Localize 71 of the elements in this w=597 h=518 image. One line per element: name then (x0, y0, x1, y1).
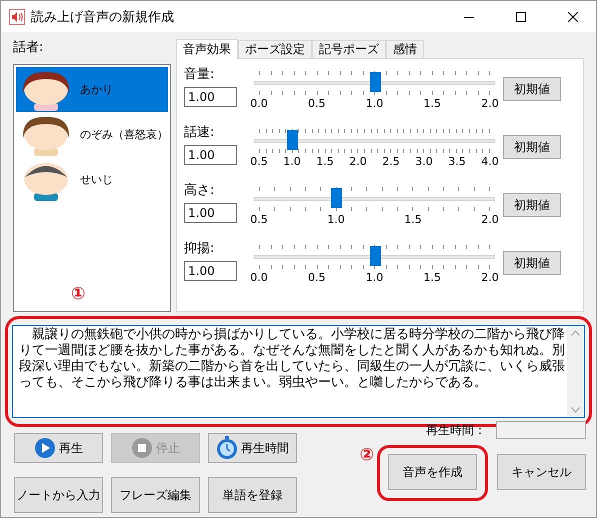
scale-label: 1.0 (364, 97, 384, 110)
scale-label: 0.0 (249, 271, 269, 284)
reset-button[interactable]: 初期値 (503, 193, 561, 217)
scale-label: 1.0 (282, 155, 302, 168)
slider-label: 抑揚: (184, 240, 216, 257)
slider-label: 高さ: (184, 182, 216, 199)
value-field[interactable]: 1.00 (184, 203, 237, 223)
reset-button[interactable]: 初期値 (503, 251, 561, 275)
scale-label: 1.5 (422, 97, 442, 110)
scale-label: 1.5 (403, 213, 423, 226)
tab[interactable]: ポーズ設定 (238, 40, 312, 58)
reset-button[interactable]: 初期値 (503, 135, 561, 159)
stopwatch-icon (216, 436, 238, 460)
speaker-label: 話者: (13, 39, 44, 56)
slider[interactable] (254, 187, 495, 211)
slider-thumb[interactable] (287, 130, 298, 150)
scrollbar[interactable] (567, 326, 584, 417)
annotation-number: ① (71, 284, 86, 304)
scroll-down-icon (571, 407, 580, 413)
value-field[interactable]: 1.00 (184, 87, 237, 107)
scale-label: 0.5 (249, 155, 269, 168)
scale-label: 0.5 (249, 213, 269, 226)
slider-thumb[interactable] (370, 72, 380, 92)
scale-label: 3.5 (447, 155, 467, 168)
scale-label: 2.0 (348, 155, 368, 168)
slider[interactable] (254, 71, 495, 95)
tab[interactable]: 音声効果 (176, 39, 238, 59)
tool-button[interactable]: フレーズ編集 (111, 477, 200, 513)
scale-label: 0.5 (307, 271, 326, 284)
scale-label: 1.5 (422, 271, 442, 284)
cancel-button[interactable]: キャンセル (497, 454, 586, 490)
text-input-field[interactable]: 親譲りの無鉄砲で小供の時から損ばかりしている。小学校に居る時分学校の二階から飛び降りて一週間ほど腰を抜かした事がある。なぜそんな無闇をしたと聞く人があるかも知れぬ。別段深い理由でもない。新築の二階から首を出していたら、同級生の一人が冗談に、いくら威張っても、そこから飛び降りる事は出来まい。弱虫やーい。と囃したからである。 (12, 325, 585, 418)
value-field[interactable]: 1.00 (184, 145, 237, 165)
scale-label: 0.0 (249, 97, 269, 110)
tab[interactable]: 記号ポーズ (312, 40, 386, 58)
create-audio-button[interactable]: 音声を作成 (388, 454, 477, 490)
slider-label: 音量: (184, 66, 216, 83)
playback-time-label: 再生時間： (426, 422, 486, 438)
scale-label: 2.0 (480, 271, 500, 284)
annotation-number: ② (360, 445, 374, 465)
scale-label: 2.0 (480, 213, 500, 226)
stop-icon (131, 437, 153, 459)
scale-label: 0.5 (307, 97, 326, 110)
speaker-item[interactable]: せいじ (16, 157, 168, 202)
speaker-item[interactable]: のぞみ（喜怒哀） (16, 112, 168, 157)
scale-label: 4.0 (480, 155, 500, 168)
scale-label: 2.5 (381, 155, 401, 168)
playback-button[interactable]: 再生 (14, 433, 103, 463)
speaker-item[interactable]: あかり (16, 67, 168, 112)
slider-thumb[interactable] (370, 246, 380, 266)
maximize-icon (516, 12, 526, 22)
value-field[interactable]: 1.00 (184, 261, 237, 281)
slider[interactable] (254, 129, 495, 153)
play-icon (34, 437, 56, 459)
scale-label: 1.0 (364, 271, 384, 284)
scale-label: 2.0 (480, 97, 500, 110)
tool-button[interactable]: 単語を登録 (208, 477, 297, 513)
scale-label: 1.5 (315, 155, 335, 168)
tool-button[interactable]: ノートから入力 (14, 477, 103, 513)
scroll-up-icon (571, 330, 580, 336)
scale-label: 1.0 (326, 213, 346, 226)
tab[interactable]: 感情 (386, 40, 424, 58)
window-title: 読み上げ音声の新規作成 (31, 8, 175, 26)
speaker-icon (9, 8, 25, 24)
slider[interactable] (254, 245, 495, 269)
reset-button[interactable]: 初期値 (503, 77, 561, 101)
close-icon (568, 12, 578, 22)
scale-label: 3.0 (414, 155, 434, 168)
slider-label: 話速: (184, 124, 216, 141)
slider-thumb[interactable] (330, 188, 342, 208)
playback-button[interactable]: 再生時間 (208, 433, 297, 463)
